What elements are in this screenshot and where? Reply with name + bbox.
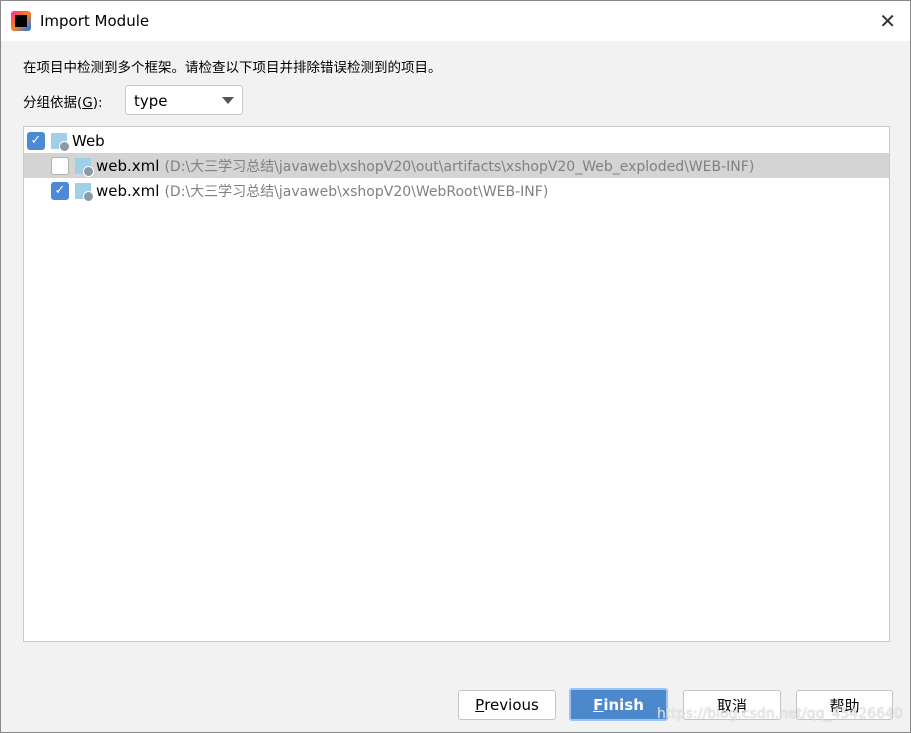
- web-xml-icon: [75, 182, 94, 202]
- tree-item-webxml[interactable]: ✓ web.xml (D:\大三学习总结\javaweb\xshopV20\We…: [24, 178, 889, 203]
- tree-item-webxml[interactable]: web.xml (D:\大三学习总结\javaweb\xshopV20\out\…: [24, 153, 889, 178]
- window-title: Import Module: [40, 12, 150, 30]
- web-folder-icon: [51, 132, 70, 152]
- item-name: web.xml: [96, 181, 160, 200]
- group-by-label: 分组依据(G):: [23, 95, 103, 111]
- group-by-value: type: [134, 92, 168, 110]
- item-name: web.xml: [96, 156, 160, 175]
- item-path: (D:\大三学习总结\javaweb\xshopV20\out\artifact…: [164, 158, 755, 175]
- title-bar: Import Module ✕: [1, 1, 910, 41]
- framework-tree[interactable]: ✓ Web web.xml (D:\大三学习总结\javaweb\xshopV2…: [23, 126, 890, 642]
- checkbox[interactable]: ✓: [27, 131, 45, 150]
- group-by-select[interactable]: type: [125, 85, 243, 115]
- tree-item-web[interactable]: ✓ Web: [24, 128, 889, 153]
- checkbox[interactable]: ✓: [51, 181, 69, 200]
- item-name: Web: [72, 131, 105, 150]
- checkbox[interactable]: [51, 156, 69, 175]
- chevron-down-icon: [222, 97, 234, 104]
- finish-button[interactable]: Finish: [569, 688, 668, 721]
- previous-button[interactable]: Previous: [458, 690, 556, 720]
- close-icon[interactable]: ✕: [879, 9, 896, 33]
- web-xml-icon: [75, 157, 94, 177]
- item-path: (D:\大三学习总结\javaweb\xshopV20\WebRoot\WEB-…: [164, 183, 549, 200]
- watermark: https://blog.csdn.net/qq_45426640: [657, 706, 903, 722]
- intellij-app-icon: [11, 11, 31, 31]
- info-message: 在项目中检测到多个框架。请检查以下项目并排除错误检测到的项目。: [23, 60, 442, 76]
